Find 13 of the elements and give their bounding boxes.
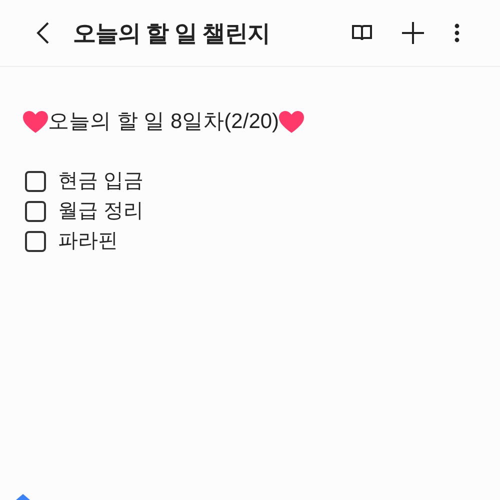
checkbox[interactable] (25, 200, 46, 222)
checklist-item-text: 현금 입금 (58, 169, 144, 194)
note-heading: 오늘의 할 일 8일차(2/20) (48, 109, 280, 136)
heart-icon (279, 110, 304, 134)
checkbox[interactable] (25, 170, 46, 192)
more-options-icon[interactable] (454, 23, 460, 43)
note-title: 오늘의 할 일 챌린지 (73, 18, 270, 48)
triangle-icon (16, 494, 30, 500)
heart-icon (23, 110, 48, 134)
checklist-item-text: 파라핀 (58, 229, 118, 254)
checklist-item-text: 월급 정리 (58, 199, 144, 224)
checkbox[interactable] (25, 230, 46, 252)
add-icon[interactable] (401, 21, 425, 45)
